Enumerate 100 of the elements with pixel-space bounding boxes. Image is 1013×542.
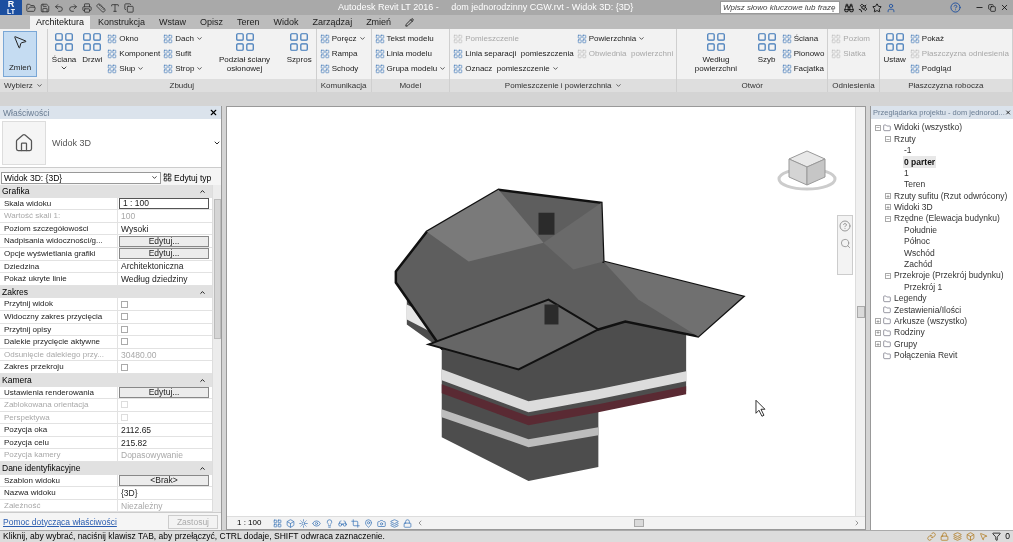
close-icon[interactable] xyxy=(1000,3,1009,12)
filter-icon[interactable] xyxy=(992,532,1002,541)
expand-icon[interactable] xyxy=(885,204,891,211)
help-icon[interactable] xyxy=(950,2,961,13)
cube-icon[interactable] xyxy=(286,518,295,528)
restore-icon[interactable] xyxy=(988,3,996,12)
ribbon-tab[interactable]: Wstaw xyxy=(153,16,193,29)
tree-item[interactable]: Przekrój 1 xyxy=(903,280,944,294)
ribbon-tab[interactable]: Konstrukcja xyxy=(92,16,152,29)
text-icon[interactable] xyxy=(110,2,120,13)
collapse-icon[interactable] xyxy=(885,272,891,279)
ribbon-tool[interactable]: Dach xyxy=(163,31,204,46)
panel-title[interactable]: Zbuduj xyxy=(47,79,316,92)
ribbon-tool[interactable]: Ściana xyxy=(781,31,825,46)
ribbon-tool[interactable]: Pokaż xyxy=(909,31,1009,46)
panel-title[interactable]: Model xyxy=(371,79,450,92)
help-link[interactable]: Pomoc dotycząca właściwości xyxy=(3,515,117,528)
redo-icon[interactable] xyxy=(68,2,78,13)
tree-item[interactable]: Rzuty xyxy=(893,132,917,146)
collapse-icon[interactable] xyxy=(885,136,891,143)
folder-icon[interactable] xyxy=(26,2,36,13)
tree-item[interactable]: Grupy xyxy=(893,337,919,351)
ribbon-tool[interactable]: Sufit xyxy=(163,46,204,61)
ruler-icon[interactable] xyxy=(96,2,106,13)
ribbon-tool[interactable]: Komponent xyxy=(107,46,161,61)
ribbon-tab[interactable]: Opisz xyxy=(194,16,230,29)
satellite-icon[interactable] xyxy=(858,2,868,13)
tree-item[interactable]: 0 parter xyxy=(903,155,937,169)
tree-item[interactable]: Północ xyxy=(903,235,931,248)
close-icon[interactable] xyxy=(209,108,218,117)
scrollbar[interactable] xyxy=(416,518,861,528)
tree-item[interactable]: Zestawienia/Ilości xyxy=(893,303,963,317)
ribbon-tool[interactable]: Szpros xyxy=(285,31,313,79)
eye-icon[interactable] xyxy=(312,518,321,528)
tree-item[interactable]: Połączenia Revit xyxy=(893,349,959,362)
panel-title[interactable]: Komunikacja xyxy=(316,79,371,92)
collapse-icon[interactable] xyxy=(885,215,891,222)
ribbon-tab[interactable]: Widok xyxy=(267,16,305,29)
layers-icon[interactable] xyxy=(390,518,399,528)
edit-button[interactable]: Edytuj... xyxy=(119,386,209,398)
ribbon-tool[interactable]: Tekst modelu xyxy=(374,31,447,46)
tree-item[interactable]: Wschód xyxy=(903,246,936,260)
ribbon-tool[interactable]: Grupa modelu xyxy=(374,61,447,76)
ribbon-tool[interactable]: Ściana xyxy=(50,31,78,79)
crop-icon[interactable] xyxy=(351,518,360,528)
tree-item[interactable]: Zachód xyxy=(903,258,934,271)
panel-title[interactable]: Pomieszczenie i powierzchnia xyxy=(450,79,677,92)
expand-icon[interactable] xyxy=(875,329,881,336)
scrollbar[interactable] xyxy=(212,185,221,512)
collapse-icon[interactable] xyxy=(875,124,881,131)
ribbon-tool[interactable]: Okno xyxy=(107,31,161,46)
navigation-bar[interactable] xyxy=(837,215,853,275)
tree-item[interactable]: Rzuty sufitu (Rzut odwrócony) xyxy=(893,189,1009,203)
ribbon-tab[interactable]: Architektura xyxy=(30,16,91,29)
section-header[interactable]: Grafika xyxy=(0,185,212,198)
tree-item[interactable]: Południe xyxy=(903,223,939,237)
search-field[interactable]: Wpisz słowo kluczowe lub frazę xyxy=(720,1,840,14)
ribbon-tool[interactable]: Schody xyxy=(319,61,366,76)
link-icon[interactable] xyxy=(927,532,937,541)
checkbox[interactable] xyxy=(121,300,128,308)
panel-title[interactable]: Otwór xyxy=(677,79,828,92)
layers-icon[interactable] xyxy=(953,532,963,541)
scroll-left-icon[interactable] xyxy=(416,519,424,527)
expand-icon[interactable] xyxy=(885,193,891,200)
expand-icon[interactable] xyxy=(875,341,881,348)
undo-icon[interactable] xyxy=(54,2,64,13)
view-selector[interactable]: Widok 3D: {3D} xyxy=(1,171,161,184)
glasses-icon[interactable] xyxy=(338,518,347,528)
ribbon-tool[interactable]: Według powierzchni xyxy=(680,31,752,79)
panel-title[interactable]: Płaszczyzna robocza xyxy=(879,79,1012,92)
ribbon-tool[interactable]: Oznacz pomieszczenie xyxy=(453,61,574,76)
ribbon-tool[interactable]: Drzwi xyxy=(80,31,105,79)
scroll-right-icon[interactable] xyxy=(853,519,861,527)
ribbon-tool[interactable]: Podgląd xyxy=(909,61,1009,76)
tree-item[interactable]: Widoki 3D xyxy=(893,201,934,214)
ribbon-tool[interactable]: Szyb xyxy=(754,31,779,79)
ribbon-tool[interactable]: Pionowo xyxy=(781,46,825,61)
section-header[interactable]: Dane identyfikacyjne xyxy=(0,462,212,475)
tree-item[interactable]: Teren xyxy=(903,178,927,192)
ribbon-tool[interactable]: Strop xyxy=(163,61,204,76)
edit-type-button[interactable]: Edytuj typ xyxy=(163,171,212,184)
ribbon-tool[interactable]: Rampa xyxy=(319,46,366,61)
checkbox[interactable] xyxy=(121,313,128,321)
pin-icon[interactable] xyxy=(364,518,373,528)
ribbon-tool[interactable]: Linia separacji pomieszczenia xyxy=(453,46,574,61)
tree-item[interactable]: 1 xyxy=(903,166,910,180)
type-selector[interactable]: Widok 3D xyxy=(0,119,221,168)
tree-item[interactable]: Arkusze (wszystko) xyxy=(893,314,969,328)
bulb-icon[interactable] xyxy=(325,518,334,528)
ribbon-tab[interactable]: Teren xyxy=(231,16,266,29)
grid-icon[interactable] xyxy=(273,518,282,528)
ribbon-tab[interactable]: Zarządzaj xyxy=(306,16,359,29)
scrollbar[interactable] xyxy=(855,107,865,516)
ribbon-tab[interactable]: Zmień xyxy=(360,16,398,29)
scrollbar-thumb[interactable] xyxy=(213,199,221,339)
edit-button[interactable]: <Brak> xyxy=(119,474,209,486)
star-icon[interactable] xyxy=(872,2,882,13)
expand-icon[interactable] xyxy=(875,318,881,325)
tree-item[interactable]: Rodziny xyxy=(893,326,926,340)
checkbox[interactable] xyxy=(121,363,128,371)
